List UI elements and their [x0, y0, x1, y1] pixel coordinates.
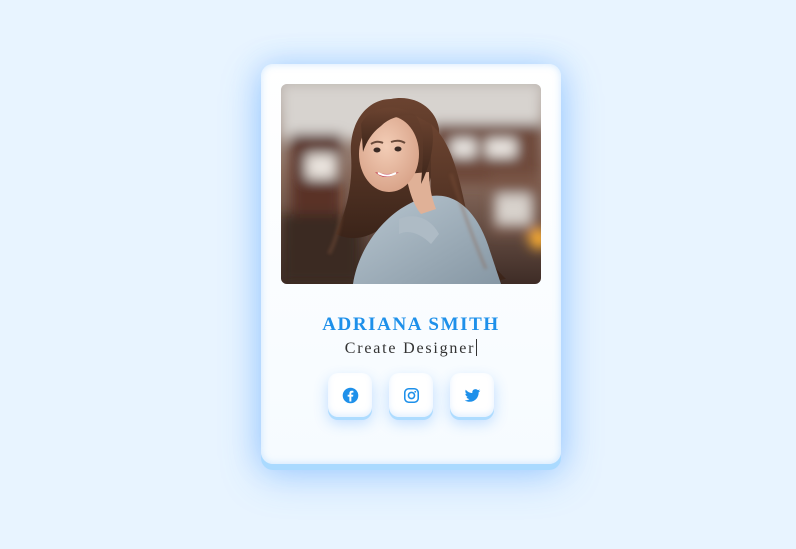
twitter-button[interactable]	[450, 373, 494, 417]
social-links	[261, 373, 561, 417]
facebook-icon	[342, 387, 358, 403]
typing-cursor	[476, 339, 478, 356]
profile-name: ADRIANA SMITH	[322, 314, 500, 335]
profile-photo	[281, 84, 541, 284]
profile-card: ADRIANA SMITH Create Designer	[261, 64, 561, 464]
profile-role: Create Designer	[261, 339, 561, 358]
instagram-button[interactable]	[389, 373, 433, 417]
profile-role-text: Create Designer	[344, 340, 476, 357]
instagram-icon	[403, 387, 419, 403]
facebook-button[interactable]	[328, 373, 372, 417]
twitter-icon	[464, 388, 480, 402]
